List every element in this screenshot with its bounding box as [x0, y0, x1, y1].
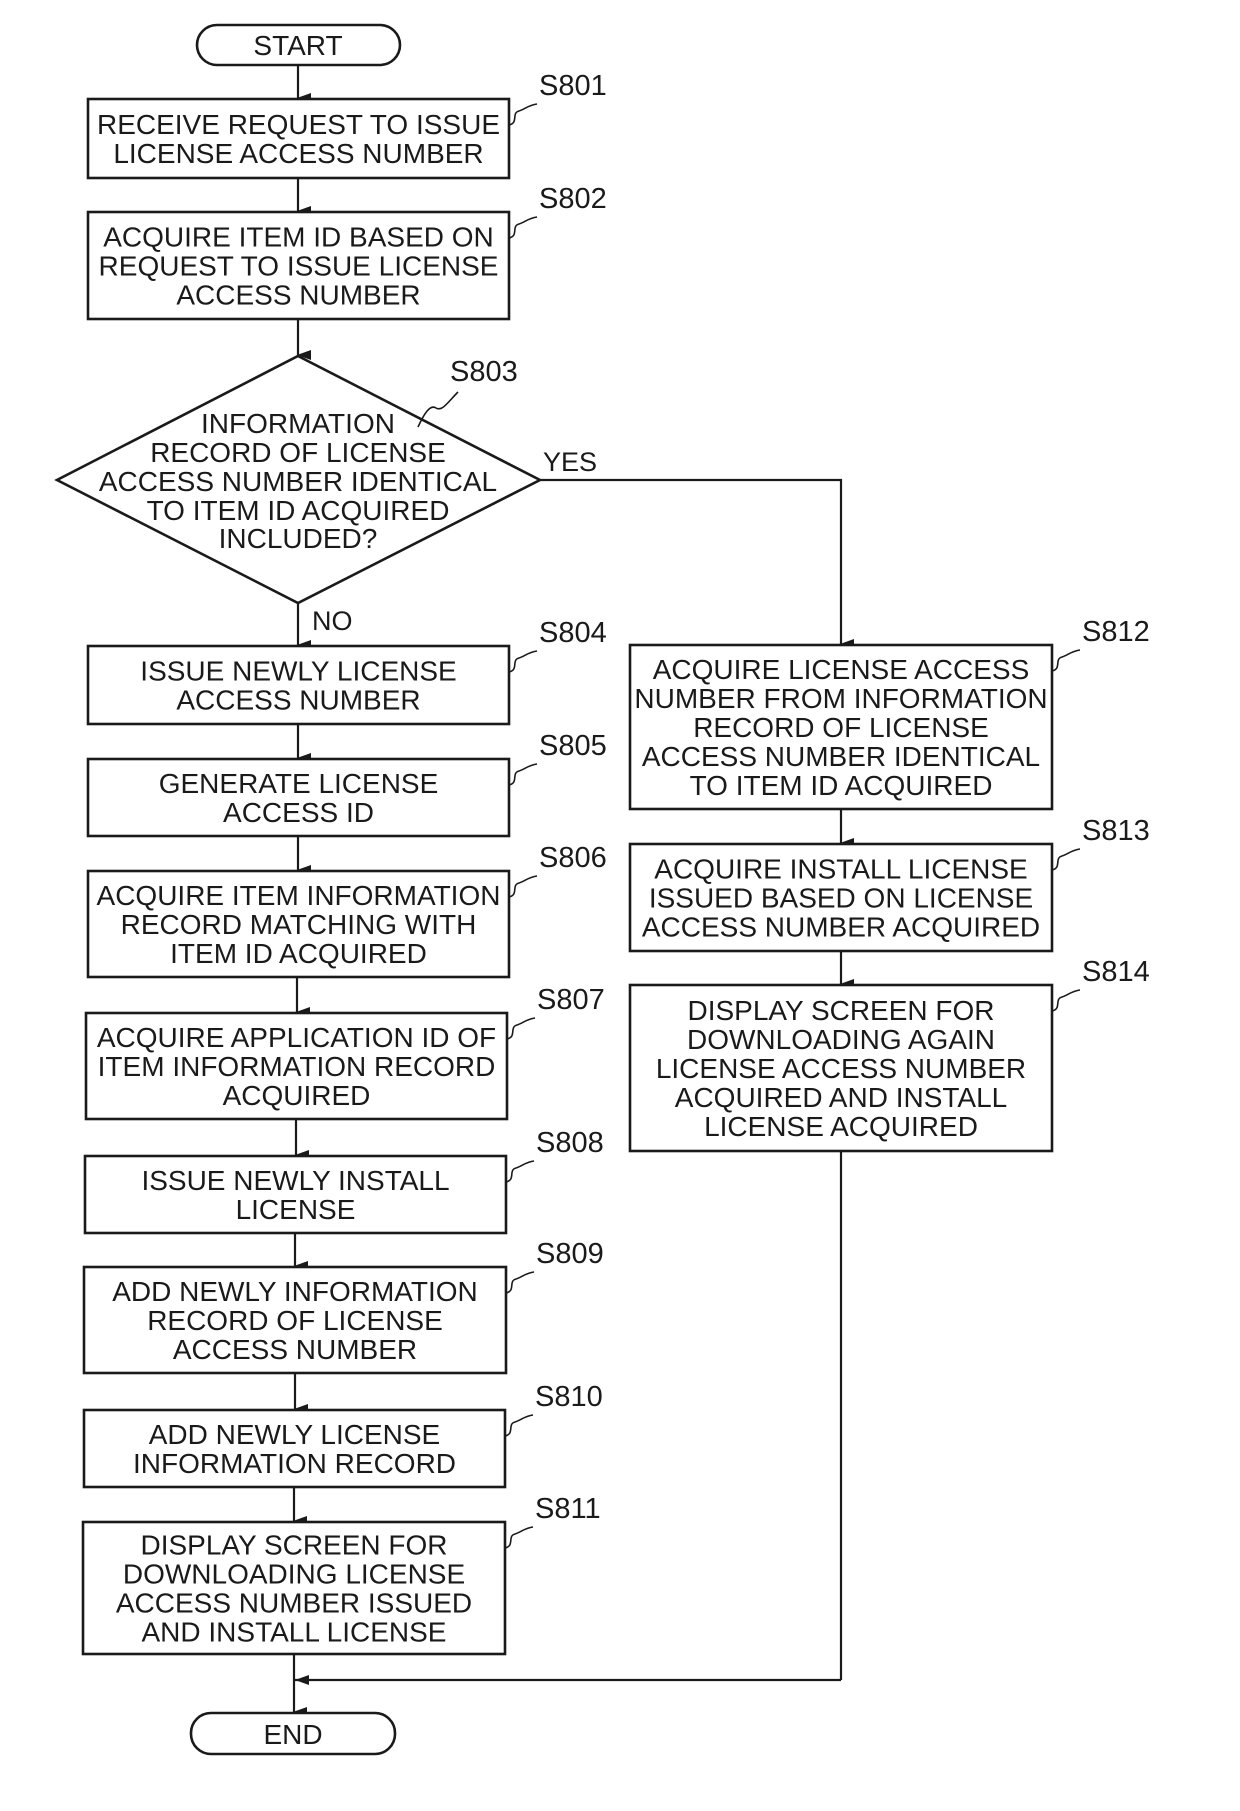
box-text-line: ACQUIRE ITEM ID BASED ON	[103, 222, 494, 253]
box-text-line: ACQUIRED	[223, 1080, 371, 1111]
box-text-line: ACCESS NUMBER ISSUED	[116, 1588, 472, 1619]
step-leader	[508, 216, 538, 239]
step-leader	[506, 1017, 536, 1040]
box-text-line: ITEM ID ACQUIRED	[170, 938, 427, 969]
step-id-s809: S809	[536, 1238, 604, 1270]
box-text-line: ACQUIRE APPLICATION ID OF	[97, 1022, 496, 1053]
process-box-s812: ACQUIRE LICENSE ACCESSNUMBER FROM INFORM…	[628, 616, 1150, 811]
process-box-s813: ACQUIRE INSTALL LICENSEISSUED BASED ON L…	[628, 815, 1150, 953]
process-box-s805: GENERATE LICENSEACCESS ID S805	[86, 730, 607, 838]
box-text-line: DOWNLOADING AGAIN	[687, 1024, 995, 1055]
box-text-line: INFORMATION RECORD	[133, 1448, 456, 1479]
box-text-line: NUMBER FROM INFORMATION	[634, 683, 1047, 714]
box-text-line: ADD NEWLY LICENSE	[149, 1419, 440, 1450]
start-terminal: START	[195, 23, 402, 67]
box-text-line: RECORD OF LICENSE	[693, 712, 989, 743]
box-text-line: REQUEST TO ISSUE LICENSE	[99, 251, 499, 282]
decision-line-2: RECORD OF LICENSE	[150, 437, 446, 468]
step-leader	[508, 103, 538, 126]
process-box-s810: ADD NEWLY LICENSEINFORMATION RECORD S810	[82, 1381, 603, 1489]
box-text-line: LICENSE ACCESS NUMBER	[113, 138, 483, 169]
box-text-line: AND INSTALL LICENSE	[142, 1617, 447, 1648]
process-box-s802: ACQUIRE ITEM ID BASED ONREQUEST TO ISSUE…	[86, 183, 607, 321]
process-box-s806: ACQUIRE ITEM INFORMATIONRECORD MATCHING …	[86, 842, 607, 979]
box-text-line: ACQUIRE LICENSE ACCESS	[653, 654, 1030, 685]
box-text-line: GENERATE LICENSE	[159, 768, 439, 799]
process-box-s801: RECEIVE REQUEST TO ISSUELICENSE ACCESS N…	[86, 70, 607, 180]
process-box-s808: ISSUE NEWLY INSTALLLICENSE S808	[83, 1127, 604, 1235]
box-text-line: RECORD OF LICENSE	[147, 1305, 443, 1336]
process-steps: RECEIVE REQUEST TO ISSUELICENSE ACCESS N…	[81, 70, 1150, 1656]
box-text-line: TO ITEM ID ACQUIRED	[690, 770, 993, 801]
box-text-line: ACQUIRE INSTALL LICENSE	[654, 854, 1027, 885]
box-text-line: ITEM INFORMATION RECORD	[98, 1051, 496, 1082]
box-text-line: ISSUE NEWLY LICENSE	[140, 656, 456, 687]
no-label: NO	[312, 606, 353, 636]
box-text-line: DOWNLOADING LICENSE	[123, 1559, 465, 1590]
step-leader	[504, 1414, 534, 1437]
box-text-line: LICENSE ACCESS NUMBER	[656, 1053, 1026, 1084]
merge-arrowhead	[295, 1675, 309, 1685]
decision-line-5: INCLUDED?	[219, 523, 378, 554]
box-text-line: ACCESS NUMBER IDENTICAL	[642, 741, 1040, 772]
box-text-line: ACQUIRE ITEM INFORMATION	[97, 880, 501, 911]
step-id-s804: S804	[539, 617, 607, 649]
step-id-s812: S812	[1082, 616, 1150, 648]
box-text-line: ACCESS NUMBER ACQUIRED	[642, 912, 1040, 943]
step-id-s808: S808	[536, 1127, 604, 1159]
step-id-s801: S801	[539, 70, 607, 102]
box-text-line: ISSUE NEWLY INSTALL	[141, 1165, 449, 1196]
box-text-line: RECORD MATCHING WITH	[121, 909, 477, 940]
step-leader	[1051, 848, 1081, 871]
process-box-s809: ADD NEWLY INFORMATIONRECORD OF LICENSEAC…	[82, 1238, 604, 1375]
step-leader	[505, 1160, 535, 1183]
box-text-line: LICENSE	[236, 1194, 356, 1225]
step-id-s811: S811	[535, 1493, 601, 1525]
box-text-line: LICENSE ACQUIRED	[704, 1111, 978, 1142]
step-id-s810: S810	[535, 1381, 603, 1413]
decision-line-4: TO ITEM ID ACQUIRED	[147, 495, 450, 526]
step-leader	[508, 650, 538, 673]
process-box-s807: ACQUIRE APPLICATION ID OFITEM INFORMATIO…	[84, 984, 605, 1121]
step-leader	[1051, 989, 1081, 1012]
box-text-line: ADD NEWLY INFORMATION	[112, 1276, 478, 1307]
process-box-s811: DISPLAY SCREEN FORDOWNLOADING LICENSEACC…	[81, 1493, 601, 1656]
box-text-line: DISPLAY SCREEN FOR	[140, 1530, 447, 1561]
decision-line-3: ACCESS NUMBER IDENTICAL	[99, 466, 497, 497]
box-text-line: ACCESS NUMBER	[176, 280, 420, 311]
step-leader	[508, 875, 538, 898]
step-id-s803: S803	[450, 356, 518, 388]
box-text-line: RECEIVE REQUEST TO ISSUE	[97, 109, 500, 140]
box-text-line: ISSUED BASED ON LICENSE	[649, 883, 1033, 914]
end-label: END	[263, 1719, 322, 1750]
step-id-s814: S814	[1082, 956, 1150, 988]
flowchart: START END INFORMATION RECORD OF LICENSE …	[54, 23, 1150, 1756]
step-leader	[505, 1271, 535, 1294]
step-leader	[1051, 649, 1081, 672]
step-leader	[504, 1526, 534, 1549]
start-label: START	[253, 30, 342, 61]
box-text-line: DISPLAY SCREEN FOR	[687, 995, 994, 1026]
step-leader	[508, 763, 538, 786]
end-terminal: END	[189, 1711, 397, 1756]
step-id-s813: S813	[1082, 815, 1150, 847]
step-id-s805: S805	[539, 730, 607, 762]
yes-label: YES	[543, 447, 597, 477]
decision-line-1: INFORMATION	[201, 408, 395, 439]
decision-s803: INFORMATION RECORD OF LICENSE ACCESS NUM…	[54, 354, 597, 636]
box-text-line: ACCESS ID	[223, 797, 374, 828]
box-text-line: ACQUIRED AND INSTALL	[675, 1082, 1007, 1113]
process-box-s814: DISPLAY SCREEN FORDOWNLOADING AGAINLICEN…	[628, 956, 1150, 1153]
step-id-s806: S806	[539, 842, 607, 874]
step-id-s802: S802	[539, 183, 607, 215]
step-id-s807: S807	[537, 984, 605, 1016]
box-text-line: ACCESS NUMBER	[173, 1334, 417, 1365]
box-text-line: ACCESS NUMBER	[176, 685, 420, 716]
